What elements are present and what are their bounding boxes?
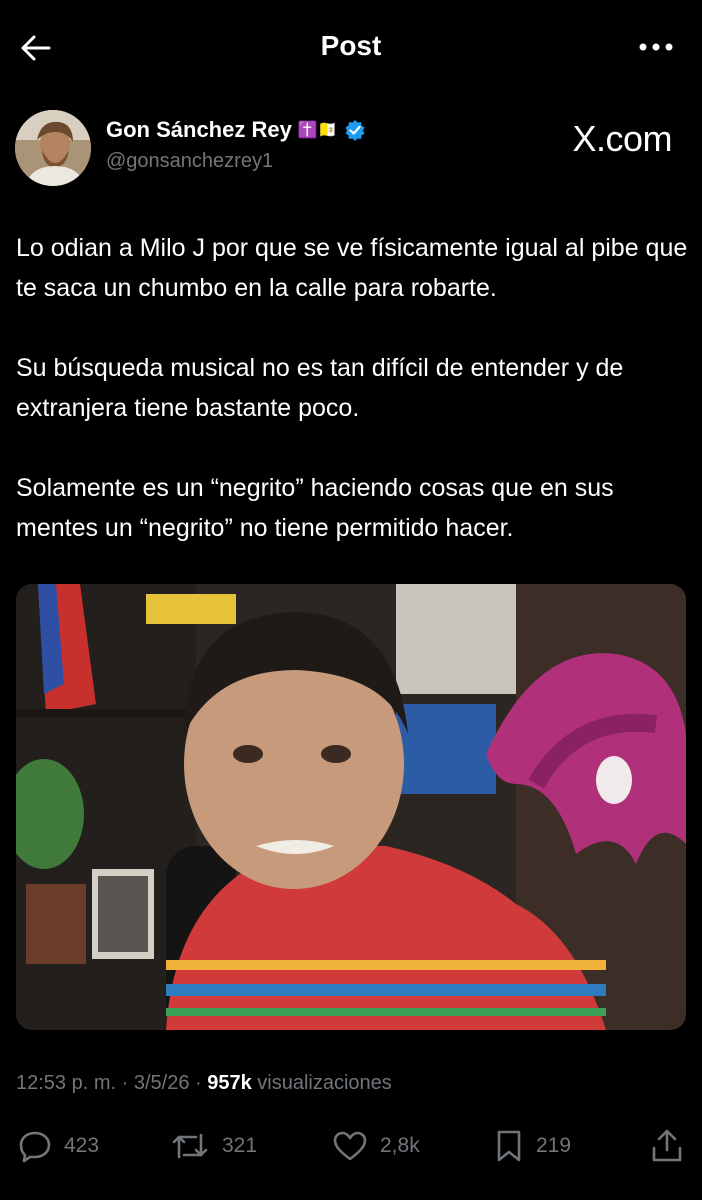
- author-handle[interactable]: @gonsanchezrey1: [106, 150, 273, 173]
- more-options-button[interactable]: [636, 32, 676, 62]
- page-title: Post: [320, 30, 382, 61]
- post-date: 3/5/26: [133, 1072, 190, 1094]
- share-button[interactable]: [650, 1122, 684, 1170]
- like-button[interactable]: 2,8k: [332, 1122, 420, 1170]
- bookmark-icon: [497, 1130, 521, 1162]
- repost-count: 321: [222, 1134, 258, 1157]
- post-body: Lo odian a Milo J por que se ve físicame…: [16, 228, 692, 588]
- author-emojis: ✝️🇻🇦: [297, 122, 338, 139]
- xcom-watermark: X.com: [572, 118, 672, 159]
- author-name-row: Gon Sánchez Rey ✝️🇻🇦: [106, 117, 366, 143]
- avatar-image: [15, 110, 91, 186]
- action-bar: 423 321 2,8k 219: [0, 1122, 702, 1170]
- post-meta: 12:53 p. m. · 3/5/26 · 957k visualizacio…: [16, 1072, 392, 1095]
- heart-icon: [333, 1131, 367, 1161]
- post-paragraph: Su búsqueda musical no es tan difícil de…: [16, 354, 624, 422]
- repost-button[interactable]: 321: [170, 1122, 257, 1170]
- avatar[interactable]: [15, 110, 91, 186]
- post-time: 12:53 p. m.: [16, 1072, 117, 1094]
- views-count: 957k: [207, 1072, 252, 1094]
- top-bar: Post: [0, 0, 702, 96]
- verified-badge-icon: [345, 120, 365, 141]
- like-count: 2,8k: [380, 1134, 420, 1157]
- post-media[interactable]: [16, 584, 686, 1030]
- meta-separator: ·: [116, 1072, 134, 1094]
- post-paragraph: Lo odian a Milo J por que se ve físicame…: [16, 234, 688, 302]
- views-label: visualizaciones: [251, 1072, 392, 1094]
- post-photo: [16, 584, 686, 1030]
- reply-icon: [19, 1131, 51, 1163]
- bookmark-count: 219: [536, 1134, 572, 1157]
- more-dots-icon: [639, 43, 673, 51]
- bookmark-button[interactable]: 219: [494, 1122, 571, 1170]
- meta-separator: ·: [189, 1072, 208, 1094]
- author-name[interactable]: Gon Sánchez Rey: [106, 117, 292, 143]
- reply-button[interactable]: 423: [18, 1122, 99, 1170]
- post-paragraph: Solamente es un “negrito” haciendo cosas…: [16, 474, 614, 542]
- reply-count: 423: [64, 1134, 100, 1157]
- share-icon: [652, 1129, 682, 1162]
- repost-icon: [172, 1133, 208, 1159]
